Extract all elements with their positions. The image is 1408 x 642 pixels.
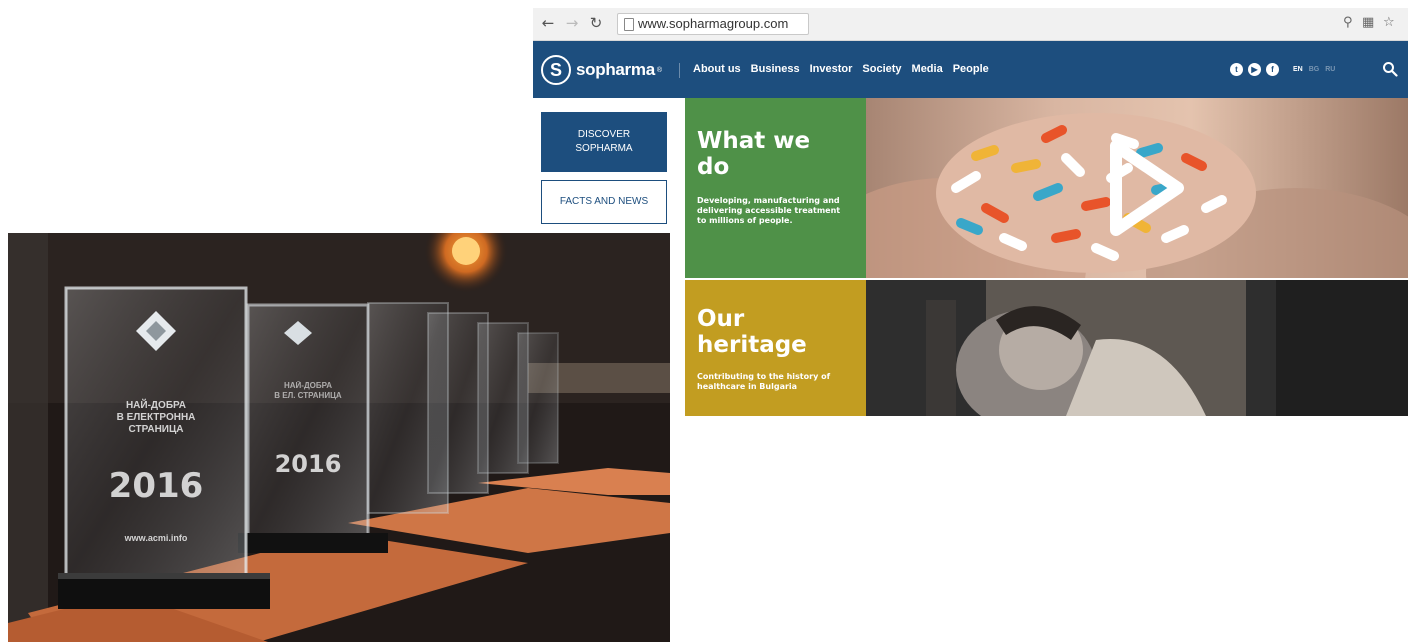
nav-media[interactable]: Media xyxy=(912,63,943,75)
our-heritage-title-line2: heritage xyxy=(697,332,807,358)
back-trophy-heading: НАЙ-ДОБРА В ЕЛ. СТРАНИЦА xyxy=(274,381,342,400)
nav-investor[interactable]: Investor xyxy=(810,63,853,75)
language-switcher: EN BG RU xyxy=(1293,66,1335,73)
translate-icon[interactable]: ▦ xyxy=(1362,14,1374,32)
search-icon[interactable] xyxy=(1382,61,1398,77)
nav-business[interactable]: Business xyxy=(751,63,800,75)
forward-arrow-icon[interactable]: → xyxy=(563,14,581,32)
back-trophy-year: 2016 xyxy=(274,450,342,478)
pills-video-image[interactable] xyxy=(866,98,1408,278)
site-header: S sopharma ® About us Business Investor … xyxy=(533,41,1408,98)
what-we-do-tile[interactable]: What we do Developing, manufacturing and… xyxy=(685,98,866,278)
our-heritage-title: Our heritage xyxy=(697,306,854,358)
lang-bg[interactable]: BG xyxy=(1309,66,1320,73)
reload-icon[interactable]: ↻ xyxy=(587,14,605,32)
zoom-icon[interactable]: ⚲ xyxy=(1343,14,1353,32)
discover-sopharma-button[interactable]: DISCOVER SOPHARMA xyxy=(541,112,667,172)
address-url[interactable]: www.sopharmagroup.com xyxy=(638,16,788,31)
our-heritage-tile[interactable]: Our heritage Contributing to the history… xyxy=(685,280,866,416)
nav-about-us[interactable]: About us xyxy=(693,63,741,75)
address-bar[interactable]: www.sopharmagroup.com xyxy=(617,13,809,35)
scientist-photo xyxy=(866,280,1408,416)
nav-society[interactable]: Society xyxy=(862,63,901,75)
browser-toolbar: ← → ↻ www.sopharmagroup.com ⚲ ▦ ☆ xyxy=(533,8,1408,41)
youtube-icon[interactable]: ▶ xyxy=(1248,63,1261,76)
page-icon xyxy=(624,18,634,31)
what-we-do-title-line2: do xyxy=(697,154,730,180)
play-icon[interactable] xyxy=(1106,138,1186,238)
lang-ru[interactable]: RU xyxy=(1325,66,1335,73)
photo-background xyxy=(8,233,670,642)
what-we-do-title-line1: What we xyxy=(697,128,811,154)
front-trophy-year: 2016 xyxy=(108,466,204,506)
sopharma-logo[interactable]: S sopharma ® xyxy=(541,53,662,87)
back-arrow-icon[interactable]: ← xyxy=(539,14,557,32)
social-links: t ▶ f xyxy=(1230,63,1279,76)
twitter-icon[interactable]: t xyxy=(1230,63,1243,76)
facts-and-news-button[interactable]: FACTS AND NEWS xyxy=(541,180,667,224)
front-trophy-heading: НАЙ-ДОБРА В ЕЛЕКТРОННА СТРАНИЦА xyxy=(116,400,196,435)
front-trophy-website: www.acmi.info xyxy=(124,533,188,543)
discover-label: DISCOVER xyxy=(577,129,631,140)
award-trophies-photo: НАЙ-ДОБРА В ЕЛЕКТРОННА СТРАНИЦА 2016 www… xyxy=(8,233,670,642)
main-nav: About us Business Investor Society Media… xyxy=(693,63,989,75)
our-heritage-text: Contributing to the history of healthcar… xyxy=(697,372,831,391)
heritage-image[interactable] xyxy=(866,280,1408,416)
logo-wordmark: sopharma xyxy=(576,60,655,79)
facebook-icon[interactable]: f xyxy=(1266,63,1279,76)
bookmark-star-icon[interactable]: ☆ xyxy=(1383,14,1395,32)
logo-mark-icon: S xyxy=(541,55,571,85)
sopharma-label: SOPHARMA xyxy=(575,143,633,154)
nav-people[interactable]: People xyxy=(953,63,989,75)
our-heritage-title-line1: Our xyxy=(697,306,745,332)
lang-en[interactable]: EN xyxy=(1293,66,1303,73)
header-divider xyxy=(679,63,680,78)
what-we-do-text: Developing, manufacturing and delivering… xyxy=(697,196,841,225)
what-we-do-title: What we do xyxy=(697,128,854,180)
logo-registered-mark: ® xyxy=(656,66,663,74)
